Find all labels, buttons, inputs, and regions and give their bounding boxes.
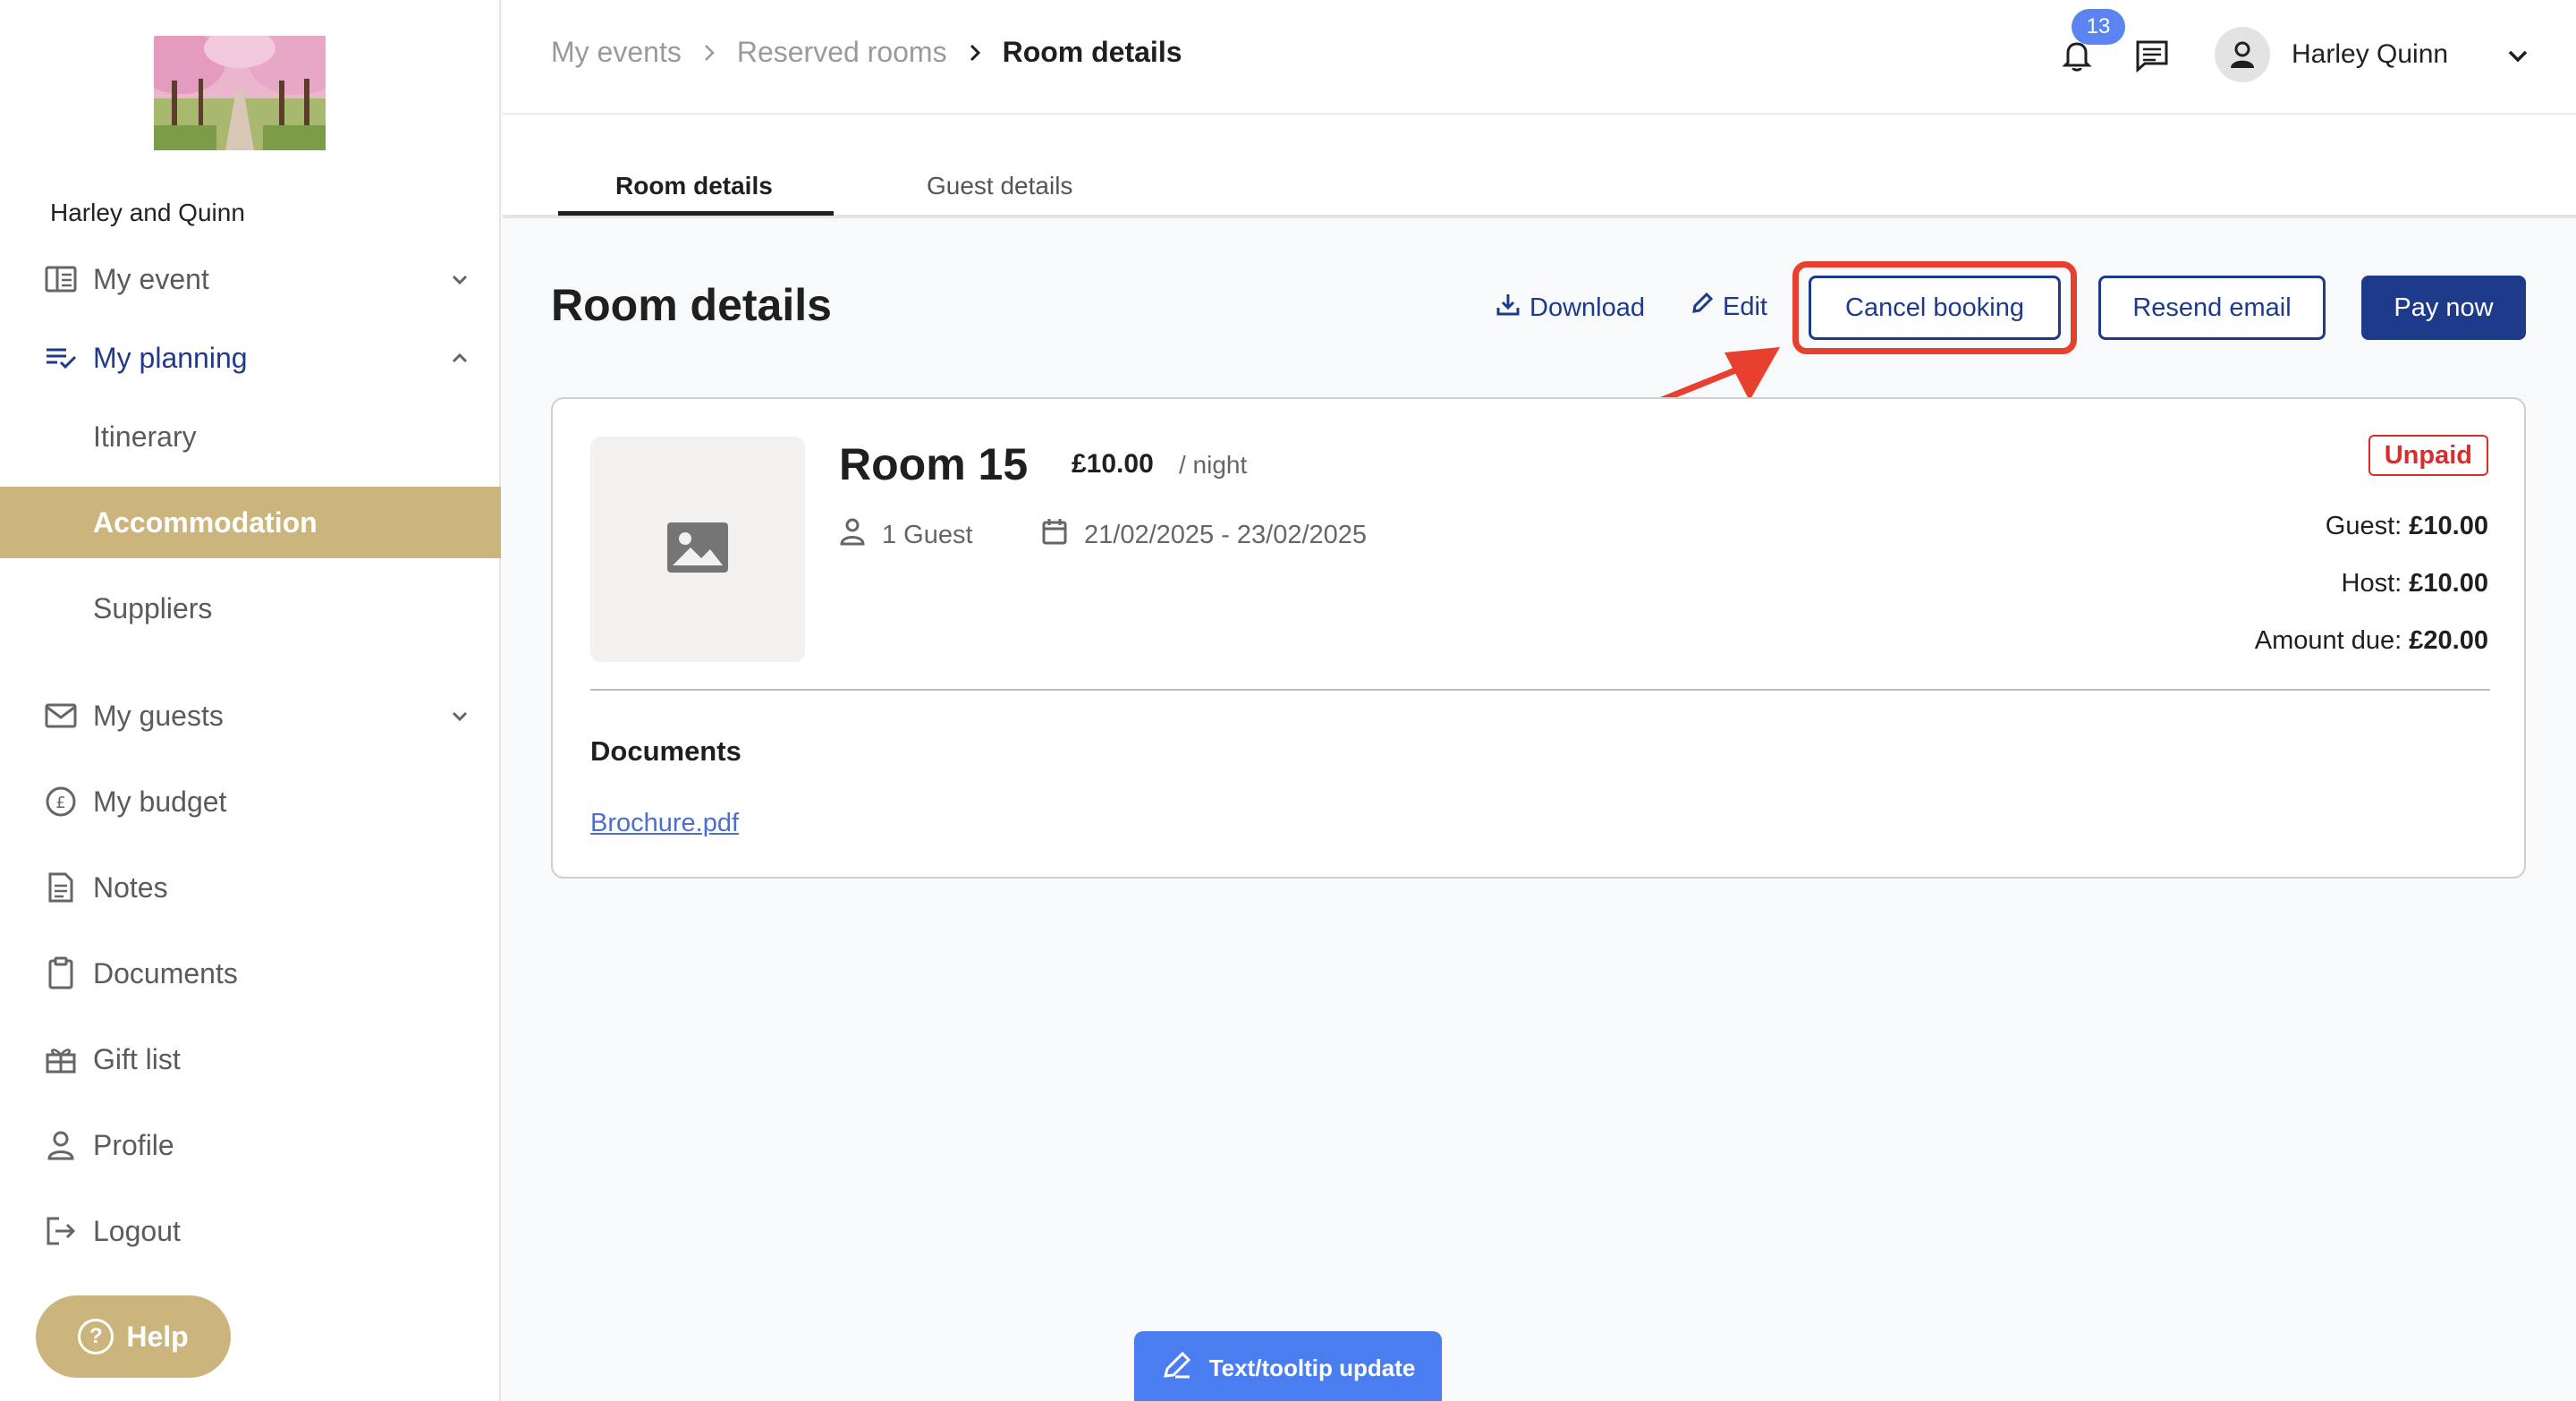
breadcrumb: My events Reserved rooms Room details (551, 36, 1182, 69)
documents-heading: Documents (590, 735, 741, 767)
guest-amount: Guest: £10.00 (2326, 512, 2488, 541)
stay-dates: 21/02/2025 - 23/02/2025 (1041, 517, 1367, 553)
event-name: Harley and Quinn (50, 199, 245, 226)
pencil-icon (1690, 292, 1714, 322)
sidebar-item-label: My planning (93, 341, 248, 374)
notification-count-badge: 13 (2072, 9, 2125, 45)
sidebar-item-notes[interactable]: Notes (0, 852, 501, 923)
sidebar-item-my-budget[interactable]: £ My budget (0, 766, 501, 837)
pound-coin-icon: £ (43, 784, 79, 819)
svg-text:£: £ (55, 794, 65, 812)
divider (590, 689, 2490, 691)
pay-now-button[interactable]: Pay now (2361, 276, 2526, 340)
cancel-booking-button[interactable]: Cancel booking (1809, 276, 2061, 340)
help-label: Help (126, 1320, 189, 1353)
guest-count: 1 Guest (803, 517, 973, 553)
sidebar-item-my-planning[interactable]: My planning (0, 322, 501, 394)
sidebar-item-itinerary[interactable]: Itinerary (0, 401, 501, 472)
sidebar-item-documents[interactable]: Documents (0, 938, 501, 1009)
sidebar-item-label: My budget (93, 785, 227, 818)
room-card: Room 15 £10.00 / night 1 Guest 21/02/202… (551, 397, 2526, 879)
room-price-unit: / night (1179, 451, 1248, 479)
host-amount-value: £10.00 (2409, 569, 2488, 598)
sidebar-item-label: Accommodation (93, 505, 318, 539)
mail-icon (43, 698, 79, 734)
sidebar-item-label: Gift list (93, 1042, 181, 1075)
help-icon: ? (78, 1319, 114, 1354)
chevron-down-icon (447, 267, 472, 292)
chat-icon[interactable] (2132, 36, 2172, 75)
amount-due-value: £20.00 (2409, 626, 2488, 655)
pencil-icon (1161, 1349, 1193, 1388)
text-tooltip-update-label: Text/tooltip update (1208, 1354, 1416, 1381)
room-image-placeholder (590, 437, 805, 662)
guest-count-text: 1 Guest (882, 520, 973, 549)
document-link-brochure[interactable]: Brochure.pdf (590, 809, 739, 838)
person-icon (839, 517, 866, 553)
amount-due: Amount due: £20.00 (2255, 626, 2488, 656)
sidebar-item-label: Suppliers (93, 591, 213, 624)
text-tooltip-update-button[interactable]: Text/tooltip update (1134, 1331, 1442, 1401)
sidebar-item-accommodation[interactable]: Accommodation (0, 487, 501, 558)
sidebar-item-label: Profile (93, 1128, 174, 1161)
avatar[interactable] (2215, 27, 2270, 82)
gift-icon (43, 1041, 79, 1077)
host-amount: Host: £10.00 (2342, 569, 2488, 599)
page-title: Room details (551, 280, 832, 330)
sidebar-item-my-guests[interactable]: My guests (0, 680, 501, 751)
edit-label: Edit (1723, 292, 1767, 321)
tab-room-details[interactable]: Room details (615, 172, 773, 200)
sidebar-item-profile[interactable]: Profile (0, 1109, 501, 1181)
breadcrumb-reserved-rooms[interactable]: Reserved rooms (737, 36, 947, 69)
sidebar-item-label: Itinerary (93, 420, 197, 453)
logout-icon (43, 1213, 79, 1249)
calendar-icon (1041, 517, 1068, 553)
sidebar-item-label: My event (93, 262, 209, 295)
edit-button[interactable]: Edit (1690, 292, 1767, 322)
help-button[interactable]: ? Help (36, 1295, 231, 1378)
sidebar-item-label: Logout (93, 1214, 181, 1247)
active-tab-indicator (558, 211, 834, 216)
tab-bar: Room details Guest details (503, 116, 2576, 218)
book-icon (43, 261, 79, 297)
guest-amount-value: £10.00 (2409, 512, 2488, 540)
notes-icon (43, 870, 79, 905)
room-price: £10.00 (1072, 449, 1154, 479)
sidebar-item-label: Notes (93, 870, 168, 904)
resend-email-button[interactable]: Resend email (2098, 276, 2326, 340)
stay-dates-text: 21/02/2025 - 23/02/2025 (1084, 520, 1368, 549)
breadcrumb-my-events[interactable]: My events (551, 36, 682, 69)
image-icon (665, 521, 730, 579)
sidebar-item-label: Documents (93, 956, 238, 989)
status-badge: Unpaid (2368, 435, 2488, 476)
sidebar-item-label: My guests (93, 699, 224, 732)
download-button[interactable]: Download (1496, 292, 1645, 324)
clipboard-icon (43, 955, 79, 991)
chevron-down-icon[interactable] (2503, 41, 2533, 72)
event-cover-image (154, 36, 326, 150)
host-amount-label: Host: (2341, 569, 2402, 598)
sidebar-item-logout[interactable]: Logout (0, 1195, 501, 1267)
guest-amount-label: Guest: (2325, 512, 2402, 540)
planning-list-icon (43, 340, 79, 376)
top-bar: My events Reserved rooms Room details 13… (503, 0, 2576, 115)
tab-guest-details[interactable]: Guest details (927, 172, 1072, 200)
sidebar-item-gift-list[interactable]: Gift list (0, 1023, 501, 1095)
chevron-right-icon (965, 43, 985, 63)
person-icon (43, 1127, 79, 1163)
room-name: Room 15 (839, 439, 1029, 489)
chevron-down-icon (447, 703, 472, 728)
user-name[interactable]: Harley Quinn (2292, 39, 2448, 70)
sidebar-item-suppliers[interactable]: Suppliers (0, 573, 501, 644)
sidebar-item-my-event[interactable]: My event (0, 243, 501, 315)
chevron-up-icon (447, 345, 472, 370)
breadcrumb-current: Room details (1002, 36, 1182, 68)
download-label: Download (1530, 293, 1645, 322)
amount-due-label: Amount due: (2254, 626, 2402, 655)
sidebar: Harley and Quinn My event My planning It… (0, 0, 501, 1401)
download-icon (1496, 292, 1521, 324)
chevron-right-icon (699, 43, 719, 63)
